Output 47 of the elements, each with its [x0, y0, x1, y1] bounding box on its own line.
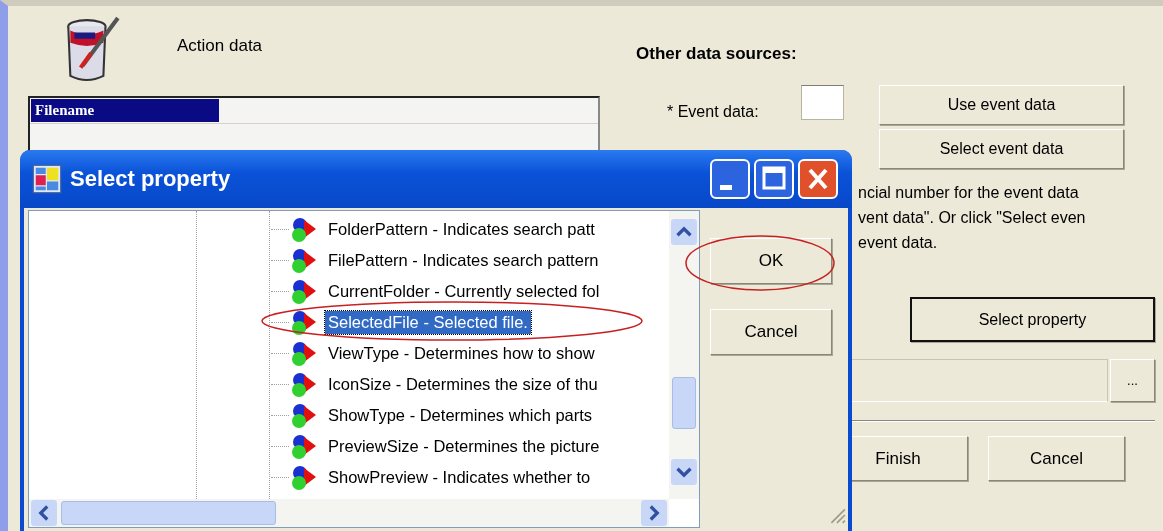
section-heading: Other data sources:	[636, 44, 798, 65]
help-text: event data.	[858, 233, 939, 253]
window-icon	[32, 164, 62, 194]
scroll-right-icon[interactable]	[641, 500, 667, 526]
tree-item[interactable]: FilePattern - Indicates search pattern	[325, 249, 602, 272]
browse-button[interactable]: ...	[1110, 359, 1155, 402]
scroll-thumb[interactable]	[61, 501, 276, 525]
scroll-up-icon[interactable]	[671, 219, 697, 245]
cancel-button[interactable]: Cancel	[988, 436, 1125, 481]
select-event-data-button[interactable]: Select event data	[879, 129, 1124, 169]
property-icon	[289, 432, 317, 461]
help-text: vent data". Or click "Select even	[858, 208, 1087, 228]
action-data-label: Action data	[177, 36, 263, 56]
scroll-down-icon[interactable]	[671, 459, 697, 485]
property-icon	[289, 246, 317, 275]
tree-item[interactable]: ShowPreview - Indicates whether to	[325, 466, 594, 489]
tree-item[interactable]: PreviewSize - Determines the picture	[325, 435, 603, 458]
resize-grip-icon[interactable]	[828, 506, 846, 524]
window-title: Select property	[70, 166, 231, 192]
property-icon	[289, 308, 317, 337]
column-header[interactable]: Filename	[31, 99, 219, 122]
tree-item[interactable]: FolderPattern - Indicates search patt	[325, 218, 598, 241]
tree-item[interactable]: ShowType - Determines which parts	[325, 404, 596, 427]
ok-button[interactable]: OK	[710, 238, 832, 284]
cancel-button[interactable]: Cancel	[710, 309, 832, 355]
horizontal-scrollbar[interactable]	[29, 499, 669, 527]
vertical-scrollbar[interactable]	[669, 211, 699, 499]
property-icon	[289, 401, 317, 430]
tree-item[interactable]: IconSize - Determines the size of thu	[325, 373, 601, 396]
scroll-thumb[interactable]	[672, 377, 696, 429]
tree-item[interactable]: CurrentFolder - Currently selected fol	[325, 280, 603, 303]
property-icon	[289, 339, 317, 368]
property-icon	[289, 215, 317, 244]
event-data-label: * Event data:	[667, 103, 760, 121]
property-icon	[289, 277, 317, 306]
tree-item[interactable]: SelectedFile - Selected file.	[325, 311, 531, 334]
maximize-icon[interactable]	[754, 159, 794, 199]
property-icon	[289, 370, 317, 399]
event-data-field[interactable]	[801, 85, 844, 120]
tree-item[interactable]: ViewType - Determines how to show	[325, 342, 598, 365]
select-property-button[interactable]: Select property	[910, 297, 1155, 342]
scroll-left-icon[interactable]	[31, 500, 57, 526]
minimize-icon[interactable]	[710, 159, 750, 199]
help-text: ncial number for the event data	[858, 183, 1080, 203]
use-event-data-button[interactable]: Use event data	[879, 85, 1124, 125]
close-icon[interactable]	[798, 159, 838, 199]
property-icon	[289, 463, 317, 492]
